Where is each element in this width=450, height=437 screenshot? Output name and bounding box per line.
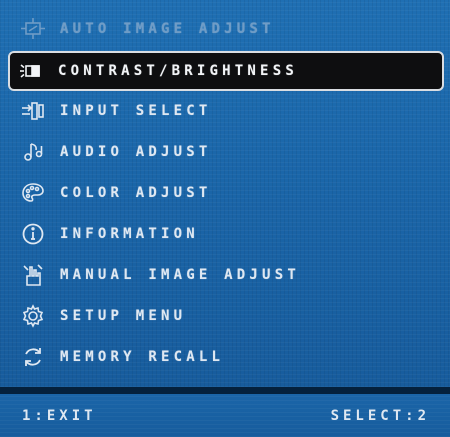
- menu-item-contrast-brightness[interactable]: CONTRAST/BRIGHTNESS: [8, 51, 444, 91]
- menu-item-label: MANUAL IMAGE ADJUST: [60, 267, 300, 283]
- audio-icon: [20, 139, 46, 165]
- menu-item-label: INFORMATION: [60, 226, 199, 242]
- menu-item-label: CONTRAST/BRIGHTNESS: [58, 63, 298, 79]
- menu-item-input-select[interactable]: INPUT SELECT: [12, 92, 442, 130]
- menu-item-setup-menu[interactable]: SETUP MENU: [12, 297, 442, 335]
- select-hint[interactable]: SELECT:2: [331, 408, 430, 424]
- color-palette-icon: [20, 180, 46, 206]
- menu-item-label: AUDIO ADJUST: [60, 144, 212, 160]
- gear-icon: [20, 303, 46, 329]
- menu-item-label: COLOR ADJUST: [60, 185, 212, 201]
- menu-item-audio-adjust[interactable]: AUDIO ADJUST: [12, 133, 442, 171]
- menu-item-label: INPUT SELECT: [60, 103, 212, 119]
- menu-item-label: AUTO IMAGE ADJUST: [60, 21, 275, 37]
- main-menu-panel: AUTO IMAGE ADJUST CONTRAST/BRIGHTNESS IN…: [0, 0, 450, 387]
- manual-adjust-icon: [20, 262, 46, 288]
- menu-item-auto-image-adjust[interactable]: AUTO IMAGE ADJUST: [12, 10, 442, 48]
- menu-item-information[interactable]: INFORMATION: [12, 215, 442, 253]
- exit-hint[interactable]: 1:EXIT: [22, 408, 97, 424]
- menu-item-memory-recall[interactable]: MEMORY RECALL: [12, 338, 442, 376]
- menu-item-manual-image-adjust[interactable]: MANUAL IMAGE ADJUST: [12, 256, 442, 294]
- brightness-icon: [18, 58, 44, 84]
- menu-item-label: SETUP MENU: [60, 308, 187, 324]
- input-select-icon: [20, 98, 46, 124]
- recall-icon: [20, 344, 46, 370]
- info-icon: [20, 221, 46, 247]
- auto-adjust-icon: [20, 16, 46, 42]
- menu-item-label: MEMORY RECALL: [60, 349, 225, 365]
- osd-menu: AUTO IMAGE ADJUST CONTRAST/BRIGHTNESS IN…: [0, 0, 450, 437]
- menu-item-color-adjust[interactable]: COLOR ADJUST: [12, 174, 442, 212]
